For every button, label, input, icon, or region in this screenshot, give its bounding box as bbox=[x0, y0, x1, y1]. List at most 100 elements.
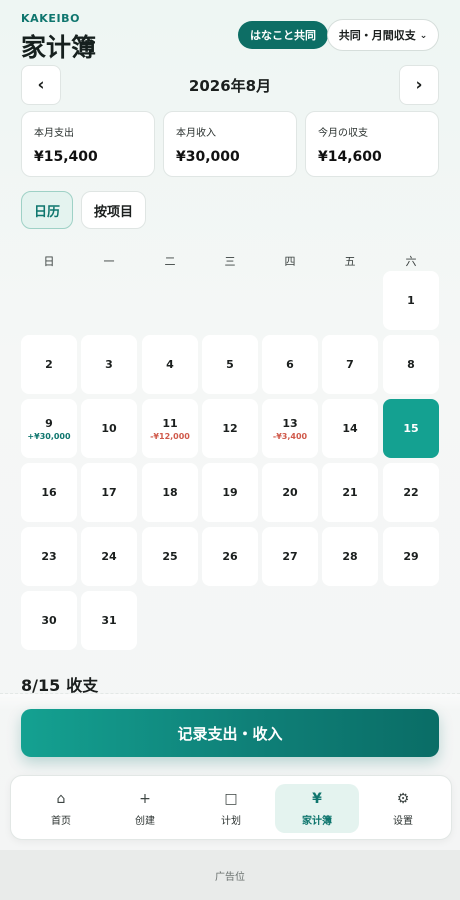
day-number: 7 bbox=[346, 358, 354, 371]
summary-value: ¥30,000 bbox=[176, 149, 240, 165]
day-number: 22 bbox=[403, 486, 419, 499]
calendar-day[interactable]: 7 bbox=[322, 335, 378, 394]
calendar-day[interactable]: 29 bbox=[383, 527, 439, 586]
calendar-day[interactable]: 26 bbox=[202, 527, 258, 586]
calendar-day[interactable]: 14 bbox=[322, 399, 378, 458]
gear-icon: ⚙ bbox=[396, 790, 410, 807]
calendar-day[interactable]: 10 bbox=[81, 399, 137, 458]
calendar-day[interactable]: 13 -¥3,400 bbox=[262, 399, 318, 458]
nav-item-square[interactable]: □ 计划 bbox=[189, 784, 273, 833]
calendar-day[interactable]: 30 bbox=[21, 591, 77, 650]
tab-by-item[interactable]: 按项目 bbox=[81, 191, 146, 229]
day-number: 18 bbox=[162, 486, 178, 499]
calendar-day[interactable]: 8 bbox=[383, 335, 439, 394]
scope-selector[interactable]: 共同・月間収支 ⌄ bbox=[327, 19, 439, 51]
day-number: 23 bbox=[41, 550, 57, 563]
day-number: 1 bbox=[407, 294, 415, 307]
brand-label: KAKEIBO bbox=[21, 12, 81, 25]
summary-value: ¥14,600 bbox=[318, 149, 382, 165]
day-number: 9 bbox=[45, 416, 53, 430]
nav-item-label: 家计簿 bbox=[302, 815, 332, 827]
calendar-day[interactable]: 1 bbox=[383, 271, 439, 330]
calendar-day[interactable]: 3 bbox=[81, 335, 137, 394]
kakeibo-app: KAKEIBO 家计簿 はなこと共同 共同・月間収支 ⌄ ‹ 2026年8月 ›… bbox=[0, 0, 460, 900]
day-number: 6 bbox=[286, 358, 294, 371]
day-number: 3 bbox=[105, 358, 113, 371]
calendar-day[interactable]: 25 bbox=[142, 527, 198, 586]
calendar-day[interactable]: 5 bbox=[202, 335, 258, 394]
day-number: 10 bbox=[101, 422, 117, 435]
day-number: 19 bbox=[222, 486, 238, 499]
next-month-button[interactable]: › bbox=[399, 65, 439, 105]
summary-label: 本月收入 bbox=[176, 128, 216, 139]
calendar-day[interactable]: 11 -¥12,000 bbox=[142, 399, 198, 458]
bottom-nav: ⌂ 首页 + 创建 □ 计划 ¥ 家计簿 ⚙ 设置 bbox=[10, 775, 452, 840]
tab-calendar[interactable]: 日历 bbox=[21, 191, 73, 229]
nav-item-label: 创建 bbox=[135, 815, 155, 827]
calendar-day[interactable]: 16 bbox=[21, 463, 77, 522]
calendar-day[interactable]: 4 bbox=[142, 335, 198, 394]
calendar-day[interactable]: 2 bbox=[21, 335, 77, 394]
day-number: 13 bbox=[282, 416, 298, 430]
calendar-day[interactable]: 21 bbox=[322, 463, 378, 522]
yen-icon: ¥ bbox=[312, 790, 322, 807]
summary-label: 本月支出 bbox=[34, 128, 74, 139]
day-number: 29 bbox=[403, 550, 419, 563]
prev-month-button[interactable]: ‹ bbox=[21, 65, 61, 105]
day-number: 11 bbox=[162, 416, 178, 430]
nav-item-label: 首页 bbox=[51, 815, 71, 827]
calendar-day[interactable]: 31 bbox=[81, 591, 137, 650]
calendar-day[interactable]: 23 bbox=[21, 527, 77, 586]
income-amount: +¥30,000 bbox=[27, 431, 71, 441]
calendar-day[interactable]: 22 bbox=[383, 463, 439, 522]
calendar-day[interactable]: 28 bbox=[322, 527, 378, 586]
weekday-label: 六 bbox=[405, 255, 417, 268]
calendar-day[interactable]: 20 bbox=[262, 463, 318, 522]
square-icon: □ bbox=[224, 790, 238, 807]
nav-item-gear[interactable]: ⚙ 设置 bbox=[361, 784, 445, 833]
summary-card-expense: 本月支出 ¥15,400 bbox=[21, 111, 155, 177]
summary-card-income: 本月收入 ¥30,000 bbox=[163, 111, 297, 177]
calendar-day[interactable]: 9 +¥30,000 bbox=[21, 399, 77, 458]
chevron-right-icon: › bbox=[415, 75, 423, 95]
nav-item-yen[interactable]: ¥ 家计簿 bbox=[275, 784, 359, 833]
day-number: 4 bbox=[166, 358, 174, 371]
calendar-day[interactable]: 27 bbox=[262, 527, 318, 586]
day-number: 30 bbox=[41, 614, 57, 627]
day-number: 24 bbox=[101, 550, 117, 563]
calendar-day[interactable]: 15 bbox=[383, 399, 439, 458]
chevron-down-icon: ⌄ bbox=[419, 31, 428, 41]
page-title: 家计簿 bbox=[21, 33, 97, 62]
calendar-day[interactable]: 6 bbox=[262, 335, 318, 394]
expense-amount: -¥12,000 bbox=[150, 431, 190, 441]
weekday-label: 三 bbox=[224, 255, 236, 268]
day-number: 28 bbox=[342, 550, 358, 563]
calendar-day[interactable]: 18 bbox=[142, 463, 198, 522]
day-number: 5 bbox=[226, 358, 234, 371]
shared-badge[interactable]: はなこと共同 bbox=[238, 21, 328, 49]
weekday-label: 二 bbox=[164, 255, 176, 268]
day-number: 21 bbox=[342, 486, 358, 499]
day-number: 25 bbox=[162, 550, 178, 563]
weekday-label: 四 bbox=[284, 255, 296, 268]
day-number: 27 bbox=[282, 550, 298, 563]
month-label: 2026年8月 bbox=[188, 77, 272, 95]
nav-item-label: 计划 bbox=[221, 815, 241, 827]
nav-item-plus[interactable]: + 创建 bbox=[103, 784, 187, 833]
calendar-day[interactable]: 24 bbox=[81, 527, 137, 586]
day-number: 14 bbox=[342, 422, 358, 435]
scope-selector-label: 共同・月間収支 bbox=[338, 29, 416, 42]
calendar-day[interactable]: 19 bbox=[202, 463, 258, 522]
nav-item-label: 设置 bbox=[393, 815, 413, 827]
nav-item-home[interactable]: ⌂ 首页 bbox=[19, 784, 103, 833]
weekday-label: 日 bbox=[43, 255, 55, 268]
record-entry-button[interactable]: 记录支出・收入 bbox=[21, 709, 439, 757]
day-number: 15 bbox=[403, 422, 419, 435]
calendar-day[interactable]: 17 bbox=[81, 463, 137, 522]
summary-value: ¥15,400 bbox=[34, 149, 98, 165]
day-number: 26 bbox=[222, 550, 238, 563]
ad-slot: 广告位 bbox=[0, 850, 460, 900]
chevron-left-icon: ‹ bbox=[37, 75, 45, 95]
summary-card-balance: 今月の収支 ¥14,600 bbox=[305, 111, 439, 177]
calendar-day[interactable]: 12 bbox=[202, 399, 258, 458]
